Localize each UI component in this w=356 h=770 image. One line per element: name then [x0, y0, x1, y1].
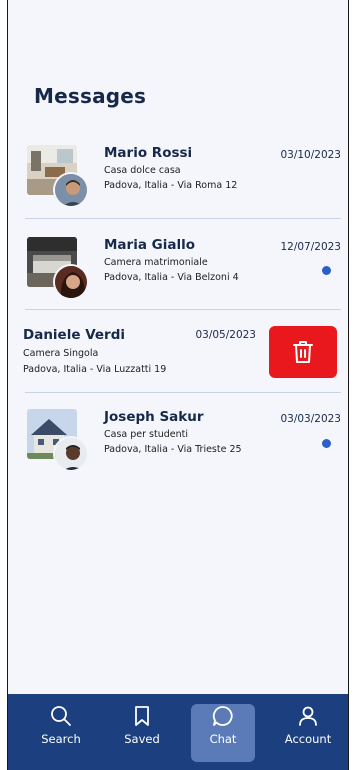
unread-indicator [322, 439, 331, 448]
chat-icon [212, 706, 233, 726]
bottom-navigation: Search Saved Chat Account [8, 694, 348, 770]
divider [25, 218, 341, 219]
nav-item-account[interactable]: Account [276, 704, 340, 762]
contact-name: Mario Rossi [104, 145, 193, 161]
user-icon [299, 706, 317, 726]
contact-name: Daniele Verdi [23, 327, 126, 343]
message-date: 03/05/2023 [195, 329, 256, 341]
nav-item-saved[interactable]: Saved [110, 704, 174, 762]
avatar [53, 264, 89, 300]
nav-label: Saved [124, 732, 160, 746]
conversation-item-mario-rossi[interactable]: Mario Rossi Casa dolce casa Padova, Ital… [8, 145, 348, 225]
avatar [53, 436, 89, 472]
nav-label: Chat [209, 732, 237, 746]
nav-label: Search [41, 732, 81, 746]
divider [25, 392, 341, 393]
message-date: 03/03/2023 [280, 413, 341, 425]
avatar [53, 172, 89, 208]
contact-name: Maria Giallo [104, 237, 195, 253]
page-title: Messages [34, 84, 147, 108]
bookmark-icon [135, 706, 149, 726]
nav-label: Account [284, 732, 332, 746]
listing-title: Camera Singola [23, 348, 99, 359]
message-date: 12/07/2023 [280, 241, 341, 253]
message-date: 03/10/2023 [280, 149, 341, 161]
unread-indicator [322, 266, 331, 275]
listing-title: Casa per studenti [104, 429, 189, 440]
nav-item-search[interactable]: Search [29, 704, 93, 762]
phone-frame: Messages Mario Rossi Casa dolce casa Pad… [7, 0, 349, 770]
search-icon [51, 706, 71, 726]
listing-address: Padova, Italia - Via Belzoni 4 [104, 272, 239, 283]
conversation-item-maria-giallo[interactable]: Maria Giallo Camera matrimoniale Padova,… [8, 237, 348, 317]
contact-name: Joseph Sakur [104, 409, 204, 425]
listing-address: Padova, Italia - Via Roma 12 [104, 180, 238, 191]
delete-conversation-button[interactable] [269, 326, 337, 378]
nav-item-chat[interactable]: Chat [191, 704, 255, 762]
listing-title: Casa dolce casa [104, 165, 181, 176]
divider [25, 309, 341, 310]
trash-icon [293, 341, 313, 363]
conversation-item-joseph-sakur[interactable]: Joseph Sakur Casa per studenti Padova, I… [8, 409, 348, 489]
listing-address: Padova, Italia - Via Trieste 25 [104, 444, 242, 455]
listing-title: Camera matrimoniale [104, 257, 208, 268]
listing-address: Padova, Italia - Via Luzzatti 19 [23, 364, 167, 375]
